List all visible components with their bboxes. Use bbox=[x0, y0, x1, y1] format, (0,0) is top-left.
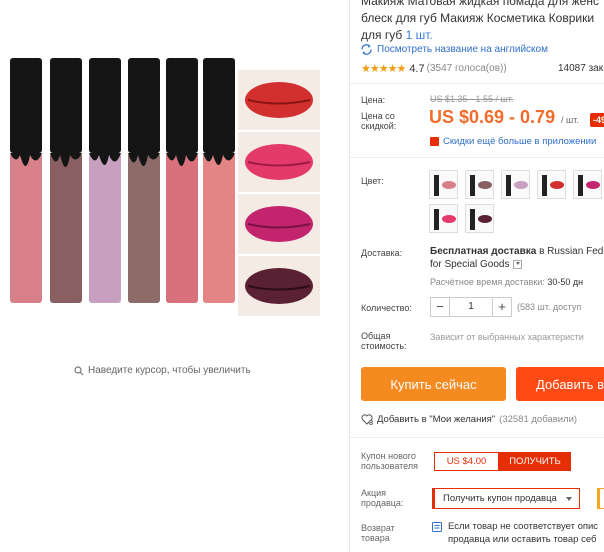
color-swatch[interactable] bbox=[501, 170, 530, 199]
available-stock: (583 шт. доступ bbox=[517, 302, 582, 312]
add-to-cart-button[interactable]: Добавить в bbox=[516, 367, 604, 401]
shipping-method[interactable]: for Special Goods bbox=[430, 259, 510, 270]
coupon-label: Купон нового пользователя bbox=[361, 451, 418, 471]
chevron-down-icon bbox=[566, 497, 572, 501]
app-discount-text[interactable]: Скидки ещё больше в приложении bbox=[443, 136, 596, 147]
lip-swatches bbox=[238, 70, 320, 316]
quantity-decrease-button[interactable]: − bbox=[431, 298, 449, 316]
color-swatch[interactable] bbox=[429, 204, 458, 233]
quantity-increase-button[interactable]: + bbox=[493, 298, 511, 316]
divider bbox=[350, 83, 604, 84]
shipping-time-value: 30-50 дн bbox=[547, 277, 584, 287]
discount-price-label: Цена со скидкой: bbox=[361, 111, 397, 131]
price-unit: / шт. bbox=[561, 115, 579, 125]
magnifier-icon bbox=[74, 365, 84, 375]
return-policy-icon bbox=[432, 522, 442, 532]
title-qty: 1 шт. bbox=[405, 28, 433, 42]
seller-coupon-select-text[interactable]: Получить купон продавца bbox=[443, 493, 557, 504]
wishlist-count: (32581 добавили) bbox=[499, 414, 578, 425]
product-title: Макияж Матовая жидкая помада для женс бл… bbox=[361, 0, 604, 44]
color-label: Цвет: bbox=[361, 176, 384, 186]
translate-link-text[interactable]: Посмотреть название на английском bbox=[377, 44, 548, 55]
star-rating-icon[interactable]: ★★★★★ bbox=[361, 62, 406, 75]
total-value: Зависит от выбранных характеристи bbox=[430, 332, 584, 342]
color-swatch[interactable] bbox=[537, 170, 566, 199]
chevron-down-icon[interactable] bbox=[512, 259, 522, 269]
image-gallery: Наведите курсор, чтобы увеличить bbox=[0, 0, 350, 552]
quantity-stepper: − 1 + bbox=[430, 297, 512, 317]
next-promo-chip[interactable] bbox=[597, 488, 604, 509]
title-line-1: Макияж Матовая жидкая помада для женс bbox=[361, 0, 599, 8]
add-to-wishlist[interactable]: Добавить в "Мои желания" (32581 добавили… bbox=[361, 414, 577, 425]
product-details: Макияж Матовая жидкая помада для женс бл… bbox=[350, 0, 604, 552]
zoom-hint: Наведите курсор, чтобы увеличить bbox=[74, 365, 251, 376]
quantity-input[interactable]: 1 bbox=[449, 298, 493, 316]
shipping-destination[interactable]: в Russian Fed bbox=[536, 246, 603, 257]
translate-link[interactable]: Посмотреть название на английском bbox=[361, 44, 548, 55]
total-label: Общая стоимость: bbox=[361, 331, 407, 351]
shipping-info: Бесплатная доставка в Russian Fed for Sp… bbox=[430, 245, 603, 271]
current-price: US $0.69 - 0.79 bbox=[429, 107, 556, 127]
return-policy-line-2: продавца или оставить товар себ bbox=[448, 534, 597, 545]
title-line-3: для губ 1 шт. bbox=[361, 27, 604, 44]
return-policy: Если товар не соответствует опис продавц… bbox=[432, 520, 598, 546]
coupon-amount: US $4.00 bbox=[434, 452, 499, 471]
orders-count: 14087 заказа bbox=[558, 63, 604, 74]
zoom-hint-text: Наведите курсор, чтобы увеличить bbox=[88, 365, 251, 376]
app-discount-link[interactable]: Скидки ещё больше в приложении bbox=[430, 136, 596, 147]
shipping-time-label: Расчётное время доставки: bbox=[430, 277, 545, 287]
lipstick-tubes bbox=[10, 58, 235, 303]
votes-count[interactable]: (3547 голоса(ов)) bbox=[427, 63, 507, 74]
color-swatch[interactable] bbox=[465, 204, 494, 233]
shipping-free: Бесплатная доставка bbox=[430, 246, 537, 257]
color-swatch[interactable] bbox=[573, 170, 602, 199]
wishlist-text[interactable]: Добавить в "Мои желания" bbox=[377, 414, 495, 425]
product-image[interactable] bbox=[10, 55, 322, 320]
divider bbox=[350, 157, 604, 158]
divider bbox=[350, 437, 604, 438]
return-policy-line-1: Если товар не соответствует опис bbox=[448, 521, 599, 532]
color-swatch[interactable] bbox=[429, 170, 458, 199]
quantity-label: Количество: bbox=[361, 303, 412, 313]
shipping-label: Доставка: bbox=[361, 248, 403, 258]
color-swatch[interactable] bbox=[465, 170, 494, 199]
rating-value: 4.7 bbox=[409, 62, 425, 75]
get-coupon-button[interactable]: ПОЛУЧИТЬ bbox=[499, 452, 571, 471]
rating-row: ★★★★★ 4.7 (3547 голоса(ов)) 14087 заказа bbox=[361, 62, 604, 76]
title-line-2: блеск для губ Макияж Косметика Коврики bbox=[361, 11, 595, 25]
buy-now-button[interactable]: Купить сейчас bbox=[361, 367, 506, 401]
heart-icon bbox=[361, 414, 373, 425]
shipping-time: Расчётное время доставки: 30-50 дн bbox=[430, 277, 583, 287]
return-label: Возврат товара bbox=[361, 523, 395, 543]
price-label: Цена: bbox=[361, 95, 386, 105]
seller-coupon-select[interactable]: Получить купон продавца bbox=[432, 488, 580, 509]
title-line-3-text: для губ bbox=[361, 28, 403, 42]
translate-icon bbox=[361, 44, 372, 55]
seller-promo-label: Акция продавца: bbox=[361, 488, 404, 508]
old-price: US $1.35 - 1.55 / шт. bbox=[430, 94, 514, 104]
app-discount-icon bbox=[430, 137, 439, 146]
discount-badge: -49 bbox=[590, 113, 604, 127]
